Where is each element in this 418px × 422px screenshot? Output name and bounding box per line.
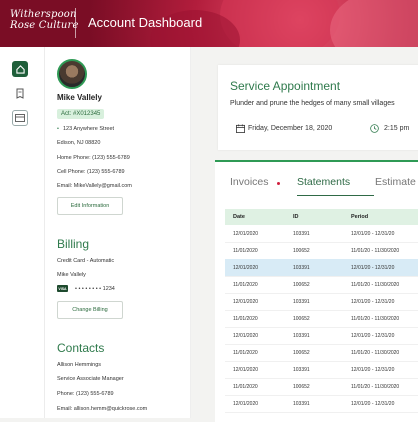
cell-date: 12/01/2020 xyxy=(233,299,259,305)
table-row[interactable]: 12/01/2020 103391 12/01/20 - 12/31/20 xyxy=(225,259,418,277)
column-id[interactable]: ID xyxy=(293,214,299,220)
service-date: Friday, December 18, 2020 xyxy=(248,125,333,132)
cell-period: 12/01/20 - 12/31/20 xyxy=(351,367,395,373)
home-phone: Home Phone: (123) 555-6789 xyxy=(57,155,130,161)
table-row[interactable]: 12/01/2020 103391 12/01/20 - 12/31/20 xyxy=(225,361,418,379)
cell-id: 100652 xyxy=(293,384,310,390)
cell-period: 12/01/20 - 12/31/20 xyxy=(351,333,395,339)
home-icon xyxy=(15,64,25,74)
bill-icon xyxy=(16,88,24,99)
clock-icon xyxy=(370,124,379,133)
contact-role: Service Associate Manager xyxy=(57,376,124,382)
cell-id: 100652 xyxy=(293,248,310,254)
header-divider xyxy=(75,8,76,38)
cell-id: 100652 xyxy=(293,282,310,288)
service-time: 2:15 pm xyxy=(384,125,410,132)
avatar[interactable] xyxy=(57,59,87,89)
cell-id: 100652 xyxy=(293,350,310,356)
service-title: Service Appointment xyxy=(230,79,341,93)
cell-date: 11/01/2020 xyxy=(233,350,258,356)
table-row[interactable]: 11/01/2020 100652 11/01/20 - 11/30/2020 xyxy=(225,310,418,328)
icon-rail xyxy=(0,47,45,418)
table-row[interactable]: 11/01/2020 100652 11/01/20 - 11/30/2020 xyxy=(225,242,418,260)
cell-period: 11/01/20 - 11/30/2020 xyxy=(351,384,400,390)
cell-date: 12/01/2020 xyxy=(233,265,259,271)
cell-period: 11/01/20 - 11/30/2020 xyxy=(351,316,400,322)
cell-period: 11/01/20 - 11/30/2020 xyxy=(351,248,400,254)
service-description: Plunder and prune the hedges of many sma… xyxy=(230,100,395,107)
billing-holder: Mike Vallely xyxy=(57,272,86,278)
contacts-title: Contacts xyxy=(57,341,105,355)
cell-period: 12/01/20 - 12/31/20 xyxy=(351,401,395,407)
cell-period: 11/01/20 - 11/30/2020 xyxy=(351,350,400,356)
tab-estimate[interactable]: Estimate xyxy=(375,176,416,188)
cell-date: 11/01/2020 xyxy=(233,384,258,390)
cell-period: 12/01/20 - 12/31/20 xyxy=(351,299,395,305)
cell-date: 12/01/2020 xyxy=(233,367,259,373)
card-number: • • • • • • • • 1234 xyxy=(75,286,115,292)
service-appointment-card: Service Appointment Plunder and prune th… xyxy=(218,65,418,150)
documents-panel: Invoices Statements Estimate Date ID Per… xyxy=(215,160,418,422)
table-row[interactable]: 11/01/2020 100652 11/01/20 - 11/30/2020 xyxy=(225,276,418,294)
logo-line-2: Rose Culture xyxy=(10,20,79,31)
account-badge: Act: #X012345 xyxy=(57,109,105,119)
contact-email: Email: allison.hemm@quickrose.com xyxy=(57,406,148,412)
bill-button[interactable] xyxy=(12,85,28,101)
logo-line-1: Witherspoon xyxy=(10,9,77,20)
email: Email: MikeVallely@gmail.com xyxy=(57,183,132,189)
cell-date: 12/01/2020 xyxy=(233,333,259,339)
cell-date: 12/01/2020 xyxy=(233,401,259,407)
table-header: Date ID Period xyxy=(225,209,418,225)
contact-name: Allison Hemmings xyxy=(57,362,102,368)
customer-name: Mike Vallely xyxy=(57,93,102,102)
tab-invoices[interactable]: Invoices xyxy=(230,176,269,188)
card-button[interactable] xyxy=(12,110,28,126)
cell-id: 103391 xyxy=(293,367,310,373)
column-period[interactable]: Period xyxy=(351,214,368,220)
cell-date: 12/01/2020 xyxy=(233,231,259,237)
app-header: Witherspoon Rose Culture Account Dashboa… xyxy=(0,0,418,47)
page-title: Account Dashboard xyxy=(88,15,203,30)
cell-id: 100652 xyxy=(293,316,310,322)
card-icon xyxy=(15,114,25,122)
cell-date: 11/01/2020 xyxy=(233,248,258,254)
calendar-icon xyxy=(236,124,245,133)
cell-phone: Cell Phone: (123) 555-6789 xyxy=(57,169,125,175)
address-line-2: Edison, NJ 08820 xyxy=(57,140,101,146)
table-row[interactable]: 12/01/2020 103391 12/01/20 - 12/31/20 xyxy=(225,327,418,345)
cell-date: 11/01/2020 xyxy=(233,316,258,322)
cell-period: 12/01/20 - 12/31/20 xyxy=(351,265,395,271)
table-row[interactable]: 12/01/2020 103391 12/01/20 - 12/31/20 xyxy=(225,225,418,243)
change-billing-button[interactable]: Change Billing xyxy=(57,301,123,319)
cell-period: 12/01/20 - 12/31/20 xyxy=(351,231,395,237)
table-row[interactable]: 12/01/2020 103391 12/01/20 - 12/31/20 xyxy=(225,395,418,413)
table-row[interactable]: 11/01/2020 100652 11/01/20 - 11/30/2020 xyxy=(225,344,418,362)
column-date[interactable]: Date xyxy=(233,214,245,220)
billing-title: Billing xyxy=(57,237,90,251)
edit-information-button[interactable]: Edit Information xyxy=(57,197,123,215)
cell-period: 11/01/20 - 11/30/2020 xyxy=(351,282,400,288)
contact-phone: Phone: (123) 555-6789 xyxy=(57,391,114,397)
cell-id: 103391 xyxy=(293,231,310,237)
table-row[interactable]: 12/01/2020 103391 12/01/20 - 12/31/20 xyxy=(225,293,418,311)
brand-logo[interactable]: Witherspoon Rose Culture xyxy=(10,9,79,31)
cell-id: 103391 xyxy=(293,333,310,339)
table-row[interactable]: 11/01/2020 100652 11/01/20 - 11/30/2020 xyxy=(225,378,418,396)
profile-panel: Mike Vallely Act: #X012345 • 123 Anywher… xyxy=(45,47,191,418)
unread-dot xyxy=(277,182,280,185)
billing-method: Credit Card - Automatic xyxy=(57,258,115,264)
rose-petal-decoration xyxy=(330,0,418,47)
cell-id: 103391 xyxy=(293,265,310,271)
active-tab-indicator xyxy=(297,195,374,196)
location-pin-icon: • xyxy=(57,126,59,132)
cell-date: 11/01/2020 xyxy=(233,282,258,288)
visa-card-icon: VISA xyxy=(57,285,68,292)
home-button[interactable] xyxy=(12,61,28,77)
tab-statements[interactable]: Statements xyxy=(297,176,350,188)
cell-id: 103391 xyxy=(293,401,310,407)
cell-id: 103391 xyxy=(293,299,310,305)
address-line-1: 123 Anywhere Street xyxy=(63,126,115,132)
